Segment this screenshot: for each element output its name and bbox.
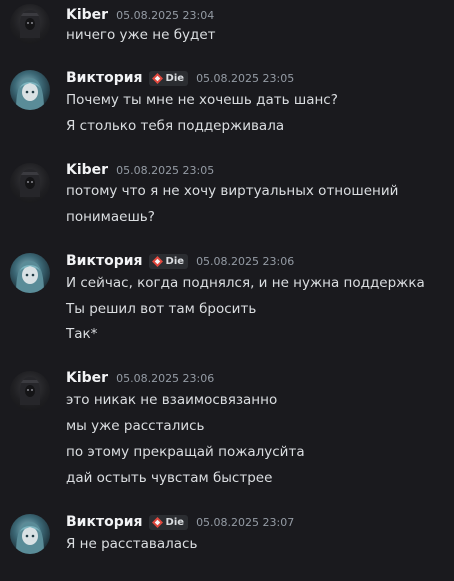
username[interactable]: Kiber bbox=[66, 370, 108, 386]
message-text: Так* bbox=[66, 326, 98, 342]
username[interactable]: Kiber bbox=[66, 7, 108, 23]
clan-tag[interactable]: Die bbox=[148, 514, 189, 530]
timestamp[interactable]: 05.08.2025 23:07 bbox=[196, 516, 294, 529]
avatar[interactable] bbox=[10, 371, 50, 411]
message-text: Я не расставалась bbox=[66, 536, 198, 552]
clan-tag-label: Die bbox=[165, 72, 185, 84]
avatar[interactable] bbox=[10, 4, 50, 44]
message-text: Почему ты мне не хочешь дать шанс? bbox=[66, 92, 338, 108]
timestamp[interactable]: 05.08.2025 23:06 bbox=[196, 255, 294, 268]
message-header: Kiber 05.08.2025 23:04 bbox=[66, 5, 214, 25]
username[interactable]: Виктория bbox=[66, 253, 143, 269]
message-group: Виктория Die 05.08.2025 23:05 Почему ты … bbox=[0, 68, 454, 140]
avatar[interactable] bbox=[10, 163, 50, 203]
anime-girl-avatar-icon bbox=[16, 522, 44, 554]
message-group: Виктория Die 05.08.2025 23:06 И сейчас, … bbox=[0, 251, 454, 347]
timestamp[interactable]: 05.08.2025 23:06 bbox=[116, 372, 214, 385]
message-header: Kiber 05.08.2025 23:06 bbox=[66, 368, 214, 388]
message-group: Kiber 05.08.2025 23:06 это никак не взаи… bbox=[0, 368, 454, 488]
timestamp[interactable]: 05.08.2025 23:05 bbox=[196, 72, 294, 85]
clan-tag[interactable]: Die bbox=[148, 70, 189, 86]
message-text: понимаешь? bbox=[66, 209, 155, 225]
message-group: Kiber 05.08.2025 23:04 ничего уже не буд… bbox=[0, 4, 454, 45]
message-text: Ты решил вот там бросить bbox=[66, 301, 257, 317]
message-text: Я столько тебя поддерживала bbox=[66, 118, 285, 134]
avatar[interactable] bbox=[10, 253, 50, 293]
clan-badge-icon bbox=[151, 255, 163, 267]
clan-badge-icon bbox=[151, 516, 163, 528]
message-header: Виктория Die 05.08.2025 23:07 bbox=[66, 512, 294, 532]
timestamp[interactable]: 05.08.2025 23:04 bbox=[116, 9, 214, 22]
clan-tag-label: Die bbox=[165, 255, 185, 267]
message-header: Kiber 05.08.2025 23:05 bbox=[66, 160, 214, 180]
message-text: ничего уже не будет bbox=[66, 27, 216, 43]
message-text: И сейчас, когда поднялся, и не нужна под… bbox=[66, 275, 425, 291]
username[interactable]: Виктория bbox=[66, 514, 143, 530]
timestamp[interactable]: 05.08.2025 23:05 bbox=[116, 164, 214, 177]
clan-tag[interactable]: Die bbox=[148, 253, 189, 269]
username[interactable]: Виктория bbox=[66, 70, 143, 86]
message-text: это никак не взаимосвязанно bbox=[66, 392, 278, 408]
message-text: потому что я не хочу виртуальных отношен… bbox=[66, 183, 399, 199]
hooded-figure-avatar-icon bbox=[20, 169, 40, 197]
message-text: мы уже расстались bbox=[66, 418, 205, 434]
avatar[interactable] bbox=[10, 514, 50, 554]
message-group: Kiber 05.08.2025 23:05 потому что я не х… bbox=[0, 160, 454, 232]
anime-girl-avatar-icon bbox=[16, 261, 44, 293]
clan-badge-icon bbox=[151, 72, 163, 84]
hooded-figure-avatar-icon bbox=[20, 377, 40, 405]
anime-girl-avatar-icon bbox=[16, 78, 44, 110]
message-text: дай остыть чувстам быстрее bbox=[66, 470, 273, 486]
message-header: Виктория Die 05.08.2025 23:05 bbox=[66, 68, 294, 88]
hooded-figure-avatar-icon bbox=[20, 10, 40, 38]
avatar[interactable] bbox=[10, 70, 50, 110]
chat-message-list: Kiber 05.08.2025 23:04 ничего уже не буд… bbox=[0, 0, 454, 581]
username[interactable]: Kiber bbox=[66, 162, 108, 178]
message-text: по этому прекращай пожалусйта bbox=[66, 444, 305, 460]
message-group: Виктория Die 05.08.2025 23:07 Я не расст… bbox=[0, 512, 454, 558]
clan-tag-label: Die bbox=[165, 516, 185, 528]
message-header: Виктория Die 05.08.2025 23:06 bbox=[66, 251, 294, 271]
